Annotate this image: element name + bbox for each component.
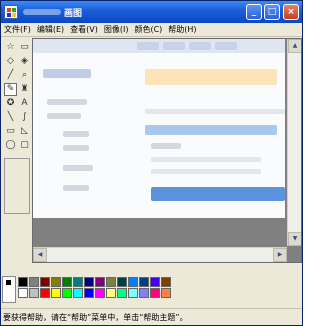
blurred-text [63,131,89,137]
window-title-label: 画图 [64,8,83,19]
menu-file[interactable]: 文件(F) [1,23,34,37]
color-swatch[interactable] [106,277,116,287]
paint-app-icon [4,5,18,19]
maximize-button[interactable]: □ [264,4,280,20]
free-select-icon[interactable]: ☆ [4,41,17,54]
color-swatch[interactable] [84,277,94,287]
color-swatch[interactable] [62,288,72,298]
canvas-area: ▲ ▼ ◀ ▶ [32,38,302,263]
airbrush-icon[interactable]: ✪ [4,97,17,110]
blurred-tab [163,42,185,50]
horizontal-scrollbar[interactable]: ◀ ▶ [33,247,287,262]
status-bar: 要获得帮助，请在“帮助”菜单中，单击“帮助主题”。 [1,308,302,325]
color-swatch[interactable] [161,288,171,298]
rectangle-icon[interactable]: ▭ [4,125,17,138]
menu-edit[interactable]: 编辑(E) [34,23,67,37]
blurred-text [151,143,181,149]
select-icon[interactable]: ▭ [18,41,31,54]
blurred-text [151,169,261,174]
tool-grid: ☆ ▭ ◇ ◈ ╱ ⌕ ✎ ♜ ✪ A ╲ ∫ ▭ ◺ ◯ ▢ [1,38,32,152]
vertical-scrollbar[interactable]: ▲ ▼ [287,39,301,246]
tool-options-panel[interactable] [4,158,30,214]
menu-help[interactable]: 帮助(H) [165,23,199,37]
polygon-icon[interactable]: ◺ [18,125,31,138]
color-swatch[interactable] [51,277,61,287]
background-color [7,288,14,295]
blurred-blue-bar [151,187,285,201]
blurred-tab [137,42,159,50]
blurred-header [33,39,285,53]
tool-box: ☆ ▭ ◇ ◈ ╱ ⌕ ✎ ♜ ✪ A ╲ ∫ ▭ ◺ ◯ ▢ [1,38,32,258]
blurred-text [145,109,285,114]
fill-icon[interactable]: ◈ [18,55,31,68]
color-swatch[interactable] [18,288,28,298]
text-icon[interactable]: A [18,97,31,110]
status-text: 要获得帮助，请在“帮助”菜单中，单击“帮助主题”。 [3,313,188,322]
brush-icon[interactable]: ♜ [18,83,31,96]
color-swatch[interactable] [29,288,39,298]
magnifier-icon[interactable]: ⌕ [18,69,31,82]
minimize-button[interactable]: _ [246,4,262,20]
blurred-text [63,165,93,171]
color-swatch[interactable] [128,277,138,287]
current-colors [2,276,16,303]
blurred-text [43,69,91,78]
scroll-right-icon[interactable]: ▶ [273,248,287,262]
scroll-up-icon[interactable]: ▲ [288,39,301,53]
drawing-canvas[interactable] [33,39,285,218]
blurred-selected-row [145,125,277,135]
color-swatch[interactable] [128,288,138,298]
blurred-text [63,145,89,151]
blurred-tab [189,42,211,50]
blurred-text [47,113,81,119]
palette-swatches [18,277,171,298]
blurred-text [47,99,87,105]
color-swatch[interactable] [40,288,50,298]
ellipse-icon[interactable]: ◯ [4,139,17,152]
color-swatch[interactable] [117,277,127,287]
color-swatch[interactable] [95,277,105,287]
line-icon[interactable]: ╲ [4,111,17,124]
title-bar[interactable]: 画图 _ □ × [1,1,302,23]
color-palette [1,273,302,307]
color-swatch[interactable] [73,288,83,298]
curve-icon[interactable]: ∫ [18,111,31,124]
menu-image[interactable]: 图像(I) [101,23,132,37]
color-swatch[interactable] [40,277,50,287]
window-title: 画图 [23,5,82,19]
color-swatch[interactable] [150,288,160,298]
color-swatch[interactable] [95,288,105,298]
color-swatch[interactable] [18,277,28,287]
pick-color-icon[interactable]: ╱ [4,69,17,82]
paint-window: 画图 _ □ × 文件(F) 编辑(E) 查看(V) 图像(I) 颜色(C) 帮助(H) … [0,0,303,326]
color-swatch[interactable] [84,288,94,298]
scroll-left-icon[interactable]: ◀ [33,248,47,262]
blurred-highlight [145,69,277,85]
close-button[interactable]: × [283,4,299,20]
blurred-text [151,157,261,162]
color-swatch[interactable] [29,277,39,287]
menu-colors[interactable]: 颜色(C) [131,23,165,37]
blurred-text [63,185,89,191]
eraser-icon[interactable]: ◇ [4,55,17,68]
color-swatch[interactable] [139,288,149,298]
color-swatch[interactable] [117,288,127,298]
menu-bar: 文件(F) 编辑(E) 查看(V) 图像(I) 颜色(C) 帮助(H) [1,23,302,37]
foreground-color [5,279,12,286]
pencil-icon[interactable]: ✎ [4,83,17,96]
color-swatch[interactable] [51,288,61,298]
color-swatch[interactable] [150,277,160,287]
color-swatch[interactable] [62,277,72,287]
scroll-down-icon[interactable]: ▼ [288,232,301,246]
color-swatch[interactable] [106,288,116,298]
blurred-tab [215,42,237,50]
color-swatch[interactable] [161,277,171,287]
color-swatch[interactable] [73,277,83,287]
color-swatch[interactable] [139,277,149,287]
rounded-rectangle-icon[interactable]: ▢ [18,139,31,152]
blurred-filename [23,9,61,15]
menu-view[interactable]: 查看(V) [67,23,101,37]
